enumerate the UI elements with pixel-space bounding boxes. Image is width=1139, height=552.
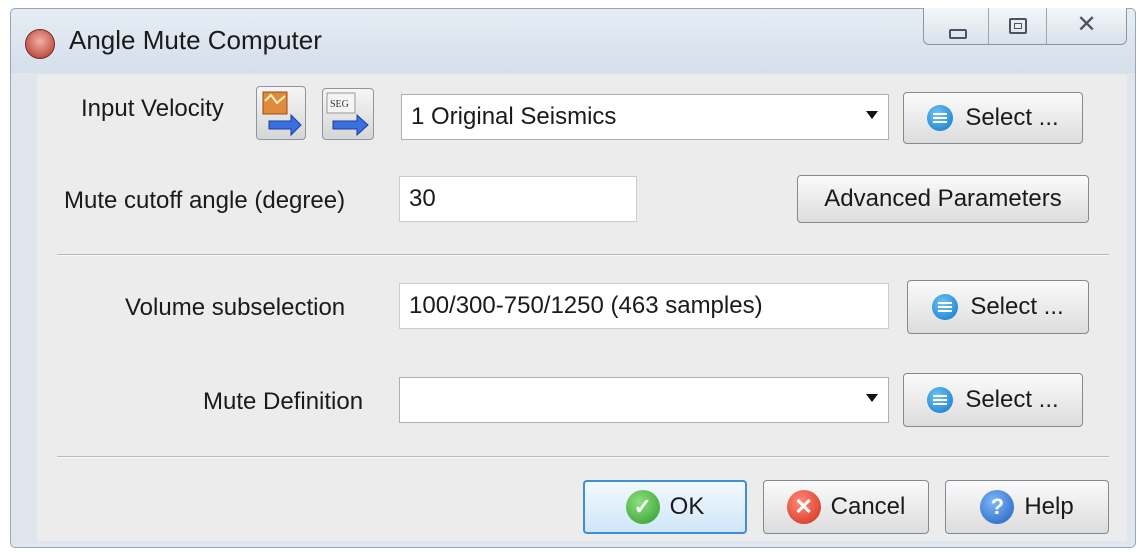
chevron-down-icon [866, 394, 878, 402]
volume-subselection-select-button[interactable]: Select ... [907, 280, 1089, 334]
separator [57, 254, 1109, 256]
select-button-label: Select ... [965, 386, 1059, 413]
list-icon [932, 294, 959, 320]
chevron-down-icon [866, 111, 878, 119]
mute-definition-select-button[interactable]: Select ... [903, 373, 1083, 427]
input-velocity-label: Input Velocity [81, 95, 224, 122]
input-velocity-dropdown[interactable]: 1 Original Seismics [401, 94, 889, 140]
close-button[interactable]: ✕ [1046, 8, 1126, 44]
checkmark-icon: ✓ [625, 490, 660, 524]
import-file-icon [262, 91, 302, 137]
mute-cutoff-field[interactable]: 30 [399, 176, 637, 222]
help-icon: ? [980, 490, 1015, 524]
volume-subselection-field[interactable]: 100/300-750/1250 (463 samples) [399, 283, 889, 329]
title-bar[interactable]: Angle Mute Computer ✕ [11, 8, 1135, 73]
cancel-icon: ✕ [786, 490, 821, 524]
separator [57, 456, 1109, 458]
ok-button-label: OK [669, 493, 705, 520]
minimize-button[interactable] [924, 8, 988, 44]
dialog-body: Input Velocity SEG 1 Original Seismics S… [37, 75, 1127, 541]
close-icon: ✕ [1076, 11, 1097, 38]
minimize-icon [949, 29, 967, 39]
mute-cutoff-label: Mute cutoff angle (degree) [64, 187, 346, 214]
volume-subselection-label: Volume subselection [125, 294, 346, 321]
select-button-label: Select ... [970, 293, 1064, 320]
list-icon [927, 105, 954, 131]
select-button-label: Select ... [965, 104, 1059, 131]
maximize-button[interactable] [988, 8, 1046, 44]
input-velocity-value: 1 Original Seismics [411, 103, 617, 130]
maximize-icon [1009, 18, 1027, 34]
mute-definition-dropdown[interactable] [399, 377, 889, 423]
list-icon [927, 387, 954, 413]
help-button-label: Help [1024, 493, 1074, 520]
input-velocity-select-button[interactable]: Select ... [903, 92, 1083, 144]
cancel-button[interactable]: ✕ Cancel [763, 480, 929, 534]
segy-import-icon: SEG [326, 92, 369, 137]
volume-subselection-value: 100/300-750/1250 (463 samples) [409, 292, 763, 319]
ok-button[interactable]: ✓ OK [583, 480, 747, 534]
mute-definition-label: Mute Definition [203, 388, 364, 415]
window-title: Angle Mute Computer [69, 25, 322, 55]
import-segy-button[interactable]: SEG [322, 88, 374, 140]
advanced-parameters-button[interactable]: Advanced Parameters [797, 175, 1089, 223]
mute-cutoff-value: 30 [409, 185, 436, 212]
help-button[interactable]: ? Help [945, 480, 1109, 534]
app-icon [25, 29, 55, 59]
window-controls: ✕ [923, 8, 1127, 45]
cancel-button-label: Cancel [830, 493, 906, 520]
import-velocity-button[interactable] [256, 86, 306, 140]
dialog-window: Angle Mute Computer ✕ Input Velocity SEG… [10, 8, 1136, 548]
segy-icon-text: SEG [330, 99, 349, 110]
